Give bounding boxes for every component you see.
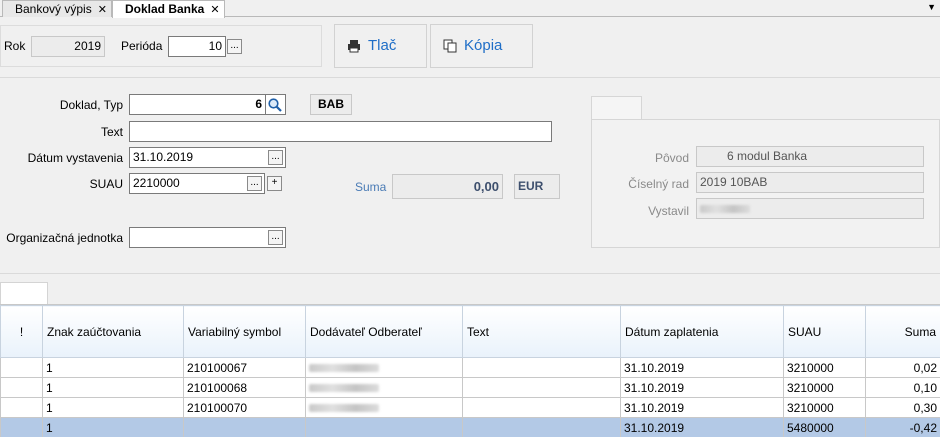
suma-field: 0,00 — [392, 174, 503, 199]
suau-cell: 3210000 — [783, 397, 866, 418]
column-header[interactable]: Znak zaúčtovania — [42, 305, 184, 358]
suau-label: SUAU — [89, 177, 123, 191]
tab-bankovy-vypis[interactable]: Bankový výpis ✕ — [2, 0, 112, 17]
perioda-field[interactable]: 10 — [168, 36, 226, 57]
copy-icon — [443, 39, 457, 53]
column-header[interactable]: Variabilný symbol — [183, 305, 306, 358]
suau-cell: 5480000 — [783, 417, 866, 437]
column-header[interactable]: Dátum zaplatenia — [620, 305, 784, 358]
divider — [0, 273, 940, 274]
redacted-name — [309, 384, 379, 393]
text-label: Text — [100, 125, 123, 139]
table-row-selected[interactable]: 1 31.10.2019 5480000 -0,42 — [0, 417, 940, 437]
tab-label: Bankový výpis — [15, 2, 92, 16]
grid-tab[interactable] — [0, 282, 48, 305]
suau-add-button[interactable]: + — [267, 176, 282, 191]
suma-cell: 0,02 — [865, 357, 940, 378]
suau-field[interactable]: 2210000 — [129, 173, 265, 194]
datum-cell: 31.10.2019 — [620, 397, 784, 418]
partner-cell — [305, 377, 463, 398]
znak-cell: 1 — [42, 397, 184, 418]
vystavil-label: Vystavil — [648, 204, 689, 218]
suma-label: Suma — [355, 180, 387, 194]
datum-field[interactable]: 31.10.2019 — [129, 147, 286, 168]
perioda-browse-button[interactable]: ... — [227, 39, 242, 54]
table-row[interactable]: 1 210100068 31.10.2019 3210000 0,10 — [0, 377, 940, 398]
perioda-label: Perióda — [121, 39, 163, 53]
column-header[interactable]: Text — [462, 305, 621, 358]
datum-label: Dátum vystavenia — [27, 151, 123, 165]
column-header[interactable]: ! — [0, 305, 43, 358]
close-icon[interactable]: ✕ — [210, 2, 219, 18]
text-cell — [462, 397, 621, 418]
column-header[interactable]: Dodávateľ Odberateľ — [305, 305, 463, 358]
rad-label: Číselný rad — [628, 177, 689, 191]
close-icon[interactable]: ✕ — [98, 2, 107, 18]
print-button[interactable]: Tlač — [334, 24, 427, 68]
search-icon — [268, 98, 282, 112]
datum-browse-button[interactable]: ... — [268, 150, 283, 165]
text-cell — [462, 417, 621, 437]
info-tab[interactable] — [591, 96, 642, 120]
partner-cell — [305, 417, 463, 437]
doklad-search-button[interactable] — [266, 94, 286, 115]
vs-cell: 210100067 — [183, 357, 306, 378]
suau-cell: 3210000 — [783, 377, 866, 398]
povod-label: Pôvod — [654, 151, 689, 165]
typ-field: BAB — [310, 94, 352, 115]
rad-field: 2019 10BAB — [696, 172, 924, 193]
flag-cell — [0, 417, 43, 437]
datum-cell: 31.10.2019 — [620, 377, 784, 398]
datum-cell: 31.10.2019 — [620, 357, 784, 378]
flag-cell — [0, 397, 43, 418]
divider — [0, 77, 940, 78]
vs-cell: 210100070 — [183, 397, 306, 418]
rok-field[interactable]: 2019 — [31, 36, 105, 57]
entries-table: ! Znak zaúčtovania Variabilný symbol Dod… — [0, 305, 940, 437]
tab-menu-icon[interactable]: ▼ — [927, 2, 936, 12]
flag-cell — [0, 377, 43, 398]
table-row[interactable]: 1 210100070 31.10.2019 3210000 0,30 — [0, 397, 940, 418]
datum-cell: 31.10.2019 — [620, 417, 784, 437]
znak-cell: 1 — [42, 417, 184, 437]
suma-cell: 0,10 — [865, 377, 940, 398]
copy-button[interactable]: Kópia — [430, 24, 533, 68]
vs-cell: 210100068 — [183, 377, 306, 398]
doklad-label: Doklad, Typ — [59, 98, 123, 112]
suma-cell: 0,30 — [865, 397, 940, 418]
tab-bar: Bankový výpis ✕ Doklad Banka ✕ ▼ — [0, 0, 940, 18]
column-header[interactable]: Suma — [865, 305, 940, 358]
znak-cell: 1 — [42, 377, 184, 398]
column-header[interactable]: SUAU — [783, 305, 866, 358]
redacted-name — [309, 404, 379, 413]
rok-label: Rok — [4, 39, 26, 53]
currency-field: EUR — [514, 174, 560, 199]
text-field[interactable] — [129, 121, 552, 142]
flag-cell — [0, 357, 43, 378]
suau-browse-button[interactable]: ... — [247, 176, 262, 191]
tab-doklad-banka[interactable]: Doklad Banka ✕ — [112, 0, 225, 18]
doklad-field[interactable]: 6 — [129, 94, 266, 115]
vs-cell — [183, 417, 306, 437]
suau-cell: 3210000 — [783, 357, 866, 378]
tab-label: Doklad Banka — [125, 2, 205, 16]
znak-cell: 1 — [42, 357, 184, 378]
org-browse-button[interactable]: ... — [268, 230, 283, 245]
text-cell — [462, 357, 621, 378]
table-row[interactable]: 1 210100067 31.10.2019 3210000 0,02 — [0, 357, 940, 378]
org-field[interactable] — [129, 227, 286, 248]
redacted-name — [309, 364, 379, 373]
povod-field: 6 modul Banka — [696, 146, 924, 167]
printer-icon — [348, 40, 360, 53]
org-label: Organizačná jednotka — [6, 231, 123, 245]
suma-cell: -0,42 — [865, 417, 940, 437]
text-cell — [462, 377, 621, 398]
partner-cell — [305, 397, 463, 418]
redacted-name — [700, 204, 750, 213]
vystavil-field — [696, 198, 924, 219]
partner-cell — [305, 357, 463, 378]
table-header: ! Znak zaúčtovania Variabilný symbol Dod… — [0, 305, 940, 358]
